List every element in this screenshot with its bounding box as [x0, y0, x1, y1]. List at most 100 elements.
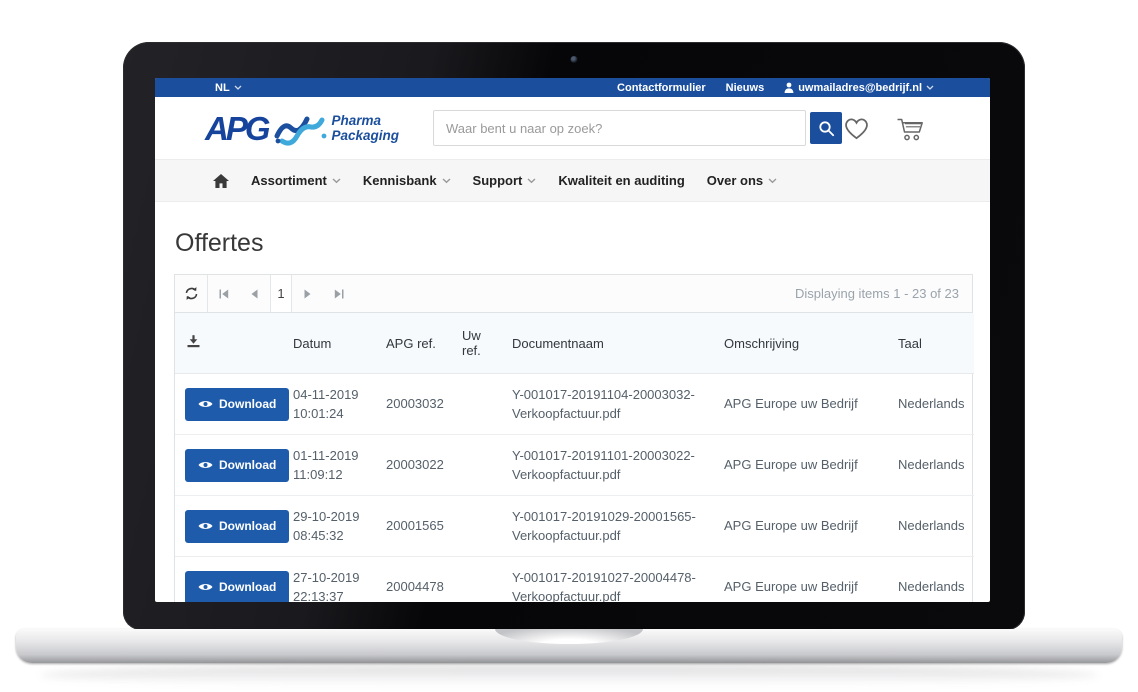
cell-omschrijving: APG Europe uw Bedrijf: [716, 557, 890, 603]
download-button-label: Download: [219, 458, 276, 472]
cell-datum: 01-11-2019 11:09:12: [285, 435, 378, 496]
last-page-icon: [334, 289, 344, 299]
cell-uw-ref: [454, 557, 504, 603]
site-logo[interactable]: APG Pharma Packaging: [205, 110, 433, 146]
download-button-label: Download: [219, 519, 276, 533]
prev-page-button[interactable]: [239, 275, 270, 312]
search-icon: [818, 120, 835, 137]
site-topbar: NL Contactformulier Nieuws uwmailadres@b…: [155, 78, 990, 97]
browser-screen: NL Contactformulier Nieuws uwmailadres@b…: [155, 78, 990, 602]
nav-item-label: Support: [473, 173, 523, 188]
column-omschrijving: Omschrijving: [716, 313, 890, 374]
cell-apg-ref: 20004478: [378, 557, 454, 603]
cell-apg-ref: 20003032: [378, 374, 454, 435]
first-page-button[interactable]: [208, 275, 239, 312]
refresh-button[interactable]: [175, 275, 208, 312]
table-row: Download 04-11-2019 10:01:24 20003032 Y-…: [175, 374, 974, 435]
laptop-bezel: NL Contactformulier Nieuws uwmailadres@b…: [123, 42, 1025, 630]
home-icon: [213, 174, 229, 188]
table-header-row: Datum APG ref. Uw ref. Documentnaam Omsc…: [175, 313, 974, 374]
next-page-icon: [304, 289, 311, 299]
laptop-base: [16, 629, 1122, 663]
offertes-grid: 1 Displaying items 1 - 23 of 23: [174, 274, 973, 602]
user-menu[interactable]: uwmailadres@bedrijf.nl: [784, 82, 934, 94]
nav-item-over-ons[interactable]: Over ons: [707, 173, 777, 188]
cell-taal: Nederlands: [890, 496, 974, 557]
nav-item-assortiment[interactable]: Assortiment: [251, 173, 341, 188]
cell-uw-ref: [454, 496, 504, 557]
column-download: [175, 313, 285, 374]
eye-icon: [198, 521, 213, 531]
nav-item-label: Assortiment: [251, 173, 327, 188]
column-documentnaam: Documentnaam: [504, 313, 716, 374]
search-input[interactable]: [433, 110, 806, 146]
dna-icon: [274, 114, 328, 146]
cell-documentnaam: Y-001017-20191104-20003032-Verkoopfactuu…: [504, 374, 716, 435]
nav-item-label: Over ons: [707, 173, 763, 188]
logo-apg-text: APG: [205, 112, 268, 145]
chevron-down-icon: [926, 85, 934, 90]
offertes-table: Datum APG ref. Uw ref. Documentnaam Omsc…: [175, 313, 974, 602]
prev-page-icon: [251, 289, 258, 299]
user-email: uwmailadres@bedrijf.nl: [798, 82, 922, 94]
refresh-icon: [184, 286, 199, 301]
table-row: Download 29-10-2019 08:45:32 20001565 Y-…: [175, 496, 974, 557]
cell-taal: Nederlands: [890, 374, 974, 435]
download-button[interactable]: Download: [185, 449, 289, 482]
cell-uw-ref: [454, 374, 504, 435]
nav-item-kennisbank[interactable]: Kennisbank: [363, 173, 451, 188]
cell-apg-ref: 20003022: [378, 435, 454, 496]
last-page-button[interactable]: [323, 275, 354, 312]
page-content: Offertes 1: [155, 229, 990, 602]
nav-item-support[interactable]: Support: [473, 173, 537, 188]
column-apg-ref: APG ref.: [378, 313, 454, 374]
site-header: APG Pharma Packaging: [155, 97, 990, 159]
logo-tagline-2: Packaging: [332, 128, 400, 143]
first-page-icon: [219, 289, 229, 299]
search-button[interactable]: [810, 112, 842, 144]
column-uw-ref: Uw ref.: [454, 313, 504, 374]
table-row: Download 01-11-2019 11:09:12 20003022 Y-…: [175, 435, 974, 496]
cell-documentnaam: Y-001017-20191101-20003022-Verkoopfactuu…: [504, 435, 716, 496]
chevron-down-icon: [442, 178, 451, 184]
nav-item-kwaliteit-en-auditing[interactable]: Kwaliteit en auditing: [558, 173, 684, 188]
next-page-button[interactable]: [292, 275, 323, 312]
column-taal: Taal: [890, 313, 974, 374]
cell-uw-ref: [454, 435, 504, 496]
download-button[interactable]: Download: [185, 510, 289, 543]
language-selector[interactable]: NL: [215, 82, 242, 94]
cell-datum: 29-10-2019 08:45:32: [285, 496, 378, 557]
column-datum: Datum: [285, 313, 378, 374]
chevron-down-icon: [527, 178, 536, 184]
grid-pager: 1 Displaying items 1 - 23 of 23: [175, 275, 972, 313]
main-nav: Assortiment Kennisbank Support Kwaliteit…: [155, 159, 990, 202]
nieuws-link[interactable]: Nieuws: [726, 82, 765, 94]
cell-omschrijving: APG Europe uw Bedrijf: [716, 374, 890, 435]
laptop-mockup: NL Contactformulier Nieuws uwmailadres@b…: [0, 0, 1138, 692]
page-title: Offertes: [175, 229, 973, 258]
cart-button[interactable]: [895, 115, 926, 142]
download-button[interactable]: Download: [185, 388, 289, 421]
heart-icon: [842, 115, 871, 141]
cell-taal: Nederlands: [890, 435, 974, 496]
cell-documentnaam: Y-001017-20191027-20004478-Verkoopfactuu…: [504, 557, 716, 603]
wishlist-button[interactable]: [842, 115, 871, 141]
cell-omschrijving: APG Europe uw Bedrijf: [716, 435, 890, 496]
cell-documentnaam: Y-001017-20191029-20001565-Verkoopfactuu…: [504, 496, 716, 557]
chevron-down-icon: [768, 178, 777, 184]
nav-item-home[interactable]: [213, 174, 229, 188]
download-button-label: Download: [219, 580, 276, 594]
user-icon: [784, 82, 794, 93]
download-button[interactable]: Download: [185, 571, 289, 603]
current-page[interactable]: 1: [270, 275, 292, 312]
eye-icon: [198, 582, 213, 592]
webcam-dot: [571, 56, 578, 63]
nav-item-label: Kwaliteit en auditing: [558, 173, 684, 188]
logo-tagline-1: Pharma: [332, 113, 400, 128]
laptop-notch: [495, 629, 643, 644]
chevron-down-icon: [234, 85, 242, 90]
nav-item-label: Kennisbank: [363, 173, 437, 188]
cart-icon: [895, 115, 926, 142]
contactformulier-link[interactable]: Contactformulier: [617, 82, 706, 94]
cell-taal: Nederlands: [890, 557, 974, 603]
